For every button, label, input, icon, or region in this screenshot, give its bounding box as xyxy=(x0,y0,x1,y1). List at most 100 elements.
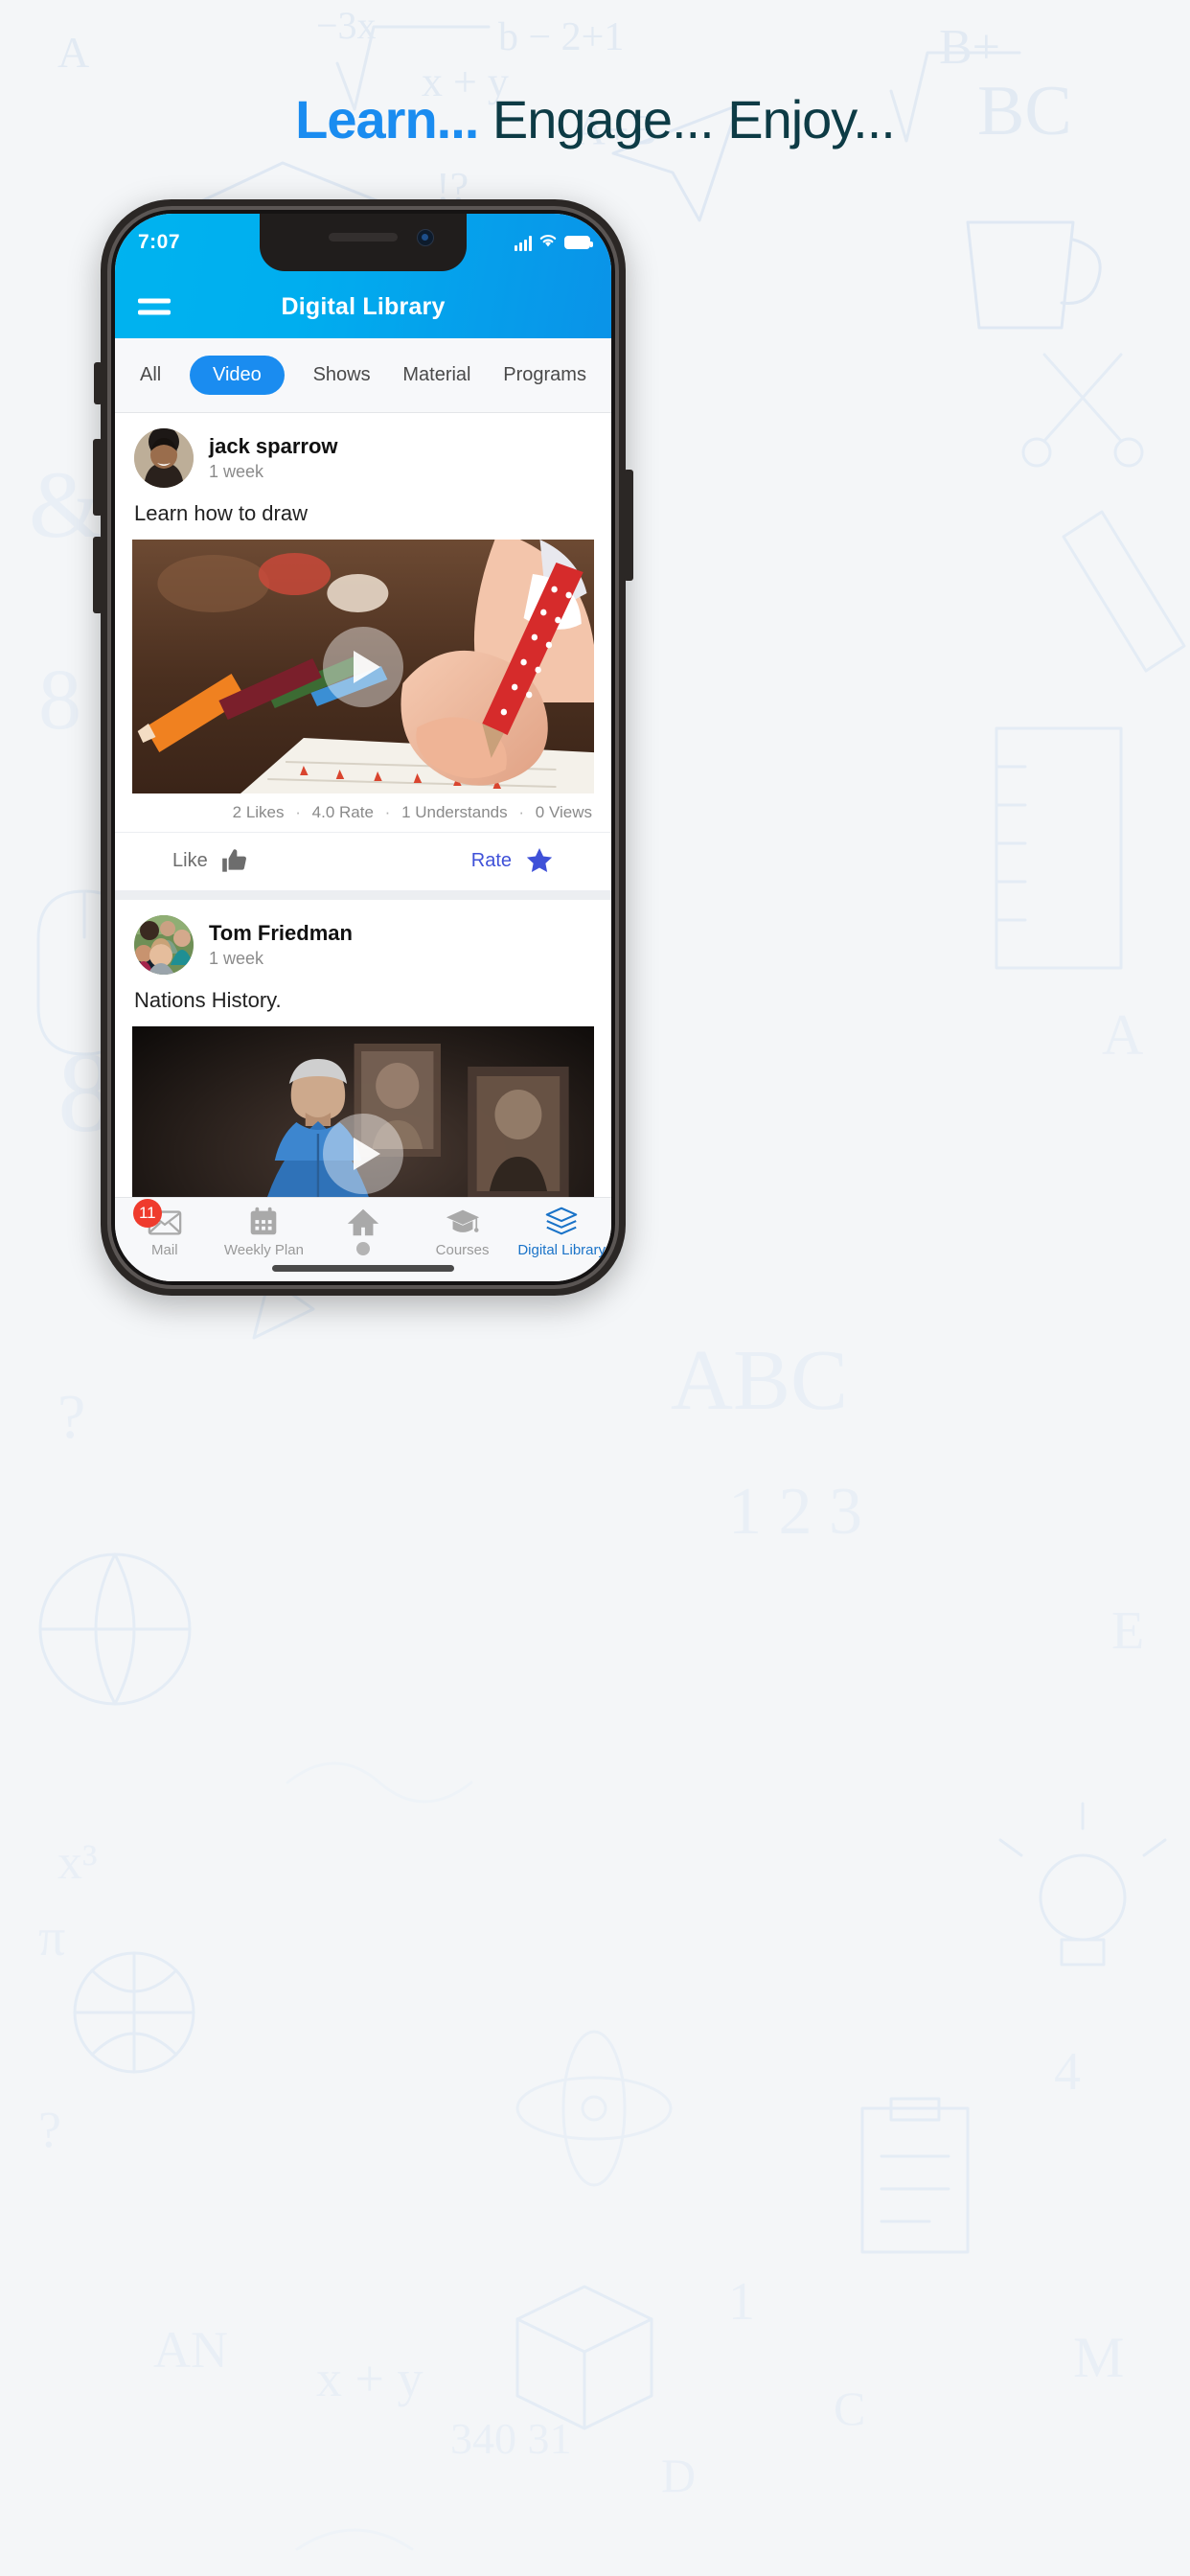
nav-item-weekly-plan[interactable]: Weekly Plan xyxy=(215,1206,314,1258)
video-thumbnail[interactable]: Age 47 e 19 xyxy=(132,1026,594,1197)
app-header-row: Digital Library xyxy=(115,275,611,338)
home-active-dot xyxy=(355,1242,370,1255)
svg-text:8: 8 xyxy=(38,653,81,748)
stat-views: 0 Views xyxy=(535,803,592,821)
books-icon xyxy=(543,1206,580,1238)
nav-label-mail: Mail xyxy=(151,1242,178,1258)
category-tabs: All Video Shows Material Programs xyxy=(115,338,611,413)
post-header: jack sparrow 1 week xyxy=(115,413,611,497)
headline-highlight: Learn... xyxy=(295,89,479,150)
post-meta: Tom Friedman 1 week xyxy=(209,921,353,969)
post-caption: Nations History. xyxy=(134,988,282,1012)
volume-down-button[interactable] xyxy=(93,537,103,613)
app-screen: 7:07 Digital Library All Video Shows Mat… xyxy=(115,214,611,1281)
mute-switch[interactable] xyxy=(94,362,103,404)
svg-text:π: π xyxy=(38,1908,65,1967)
avatar[interactable] xyxy=(134,915,194,975)
stat-rate: 4.0 Rate xyxy=(311,803,374,821)
svg-text:−3x: −3x xyxy=(316,4,377,47)
mail-icon: 11 xyxy=(132,1199,183,1238)
post-caption: Learn how to draw xyxy=(134,501,308,525)
nav-label-digital-library: Digital Library xyxy=(517,1242,606,1258)
svg-text:?: ? xyxy=(57,1382,85,1452)
volume-up-button[interactable] xyxy=(93,439,103,516)
post-timestamp: 1 week xyxy=(209,462,264,481)
status-time: 7:07 xyxy=(138,231,181,253)
post-separator xyxy=(115,890,611,900)
tab-material[interactable]: Material xyxy=(399,356,474,395)
front-camera xyxy=(417,229,434,246)
star-icon xyxy=(525,846,554,875)
home-indicator-bar[interactable] xyxy=(272,1265,454,1272)
post-timestamp: 1 week xyxy=(209,949,264,968)
page-headline: Learn... Engage... Enjoy... xyxy=(0,88,1190,150)
calendar-icon xyxy=(245,1206,282,1238)
rate-button[interactable]: Rate xyxy=(471,846,554,875)
nav-item-home[interactable] xyxy=(313,1206,413,1259)
post-header: Tom Friedman 1 week xyxy=(115,900,611,984)
svg-text:M: M xyxy=(1073,2326,1124,2389)
tab-programs[interactable]: Programs xyxy=(499,356,590,395)
play-circle-icon[interactable] xyxy=(323,1113,403,1194)
svg-text:340 31: 340 31 xyxy=(450,2414,572,2463)
like-button[interactable]: Like xyxy=(172,847,248,874)
page-title: Digital Library xyxy=(281,292,446,320)
like-label: Like xyxy=(172,849,208,871)
svg-text:A: A xyxy=(57,28,89,77)
feed-post: Tom Friedman 1 week Nations History. xyxy=(115,900,611,1197)
feed-post: jack sparrow 1 week Learn how to draw 2 … xyxy=(115,413,611,890)
phone-mockup: 7:07 Digital Library All Video Shows Mat… xyxy=(93,199,633,1296)
svg-text:ABC: ABC xyxy=(671,1333,848,1428)
post-stats: 2 Likes · 4.0 Rate · 1 Understands · 0 V… xyxy=(115,794,611,833)
earpiece-speaker xyxy=(329,233,398,242)
svg-text:1: 1 xyxy=(728,2272,755,2332)
content-feed[interactable]: jack sparrow 1 week Learn how to draw 2 … xyxy=(115,413,611,1197)
stat-sep: · xyxy=(295,803,301,821)
svg-text:A: A xyxy=(1102,1003,1143,1067)
phone-notch xyxy=(260,214,467,271)
svg-text:1 2 3: 1 2 3 xyxy=(728,1475,862,1549)
svg-text:D: D xyxy=(661,2449,696,2502)
stat-likes: 2 Likes xyxy=(232,803,285,821)
post-author: jack sparrow xyxy=(209,434,338,458)
app-header: 7:07 Digital Library xyxy=(115,214,611,338)
phone-screen-holder: 7:07 Digital Library All Video Shows Mat… xyxy=(111,210,615,1285)
svg-text:x + y: x + y xyxy=(316,2350,423,2407)
svg-text:?: ? xyxy=(38,2101,61,2158)
status-indicators xyxy=(515,232,593,253)
nav-item-digital-library[interactable]: Digital Library xyxy=(512,1206,611,1258)
avatar[interactable] xyxy=(134,428,194,488)
wifi-icon xyxy=(538,232,559,253)
nav-label-weekly-plan: Weekly Plan xyxy=(223,1242,304,1258)
graduation-cap-icon xyxy=(445,1206,481,1238)
signal-bars-icon xyxy=(515,235,532,251)
hamburger-menu-icon[interactable] xyxy=(138,292,171,322)
headline-rest: Engage... Enjoy... xyxy=(478,89,896,150)
tab-all[interactable]: All xyxy=(136,356,165,395)
stat-sep: · xyxy=(384,803,391,821)
post-meta: jack sparrow 1 week xyxy=(209,434,338,482)
svg-text:AN: AN xyxy=(153,2321,228,2379)
nav-item-mail[interactable]: 11 Mail xyxy=(115,1199,215,1258)
svg-text:x³: x³ xyxy=(57,1835,98,1890)
nav-item-courses[interactable]: Courses xyxy=(413,1206,513,1258)
tab-video[interactable]: Video xyxy=(190,356,285,395)
power-button[interactable] xyxy=(624,470,633,581)
stat-sep: · xyxy=(518,803,525,821)
home-icon xyxy=(345,1206,381,1238)
svg-text:4: 4 xyxy=(1054,2042,1081,2102)
stat-understands: 1 Understands xyxy=(401,803,508,821)
thumbs-up-icon xyxy=(221,847,248,874)
svg-text:b − 2+1: b − 2+1 xyxy=(498,15,624,59)
mail-badge: 11 xyxy=(132,1199,162,1228)
post-author: Tom Friedman xyxy=(209,921,353,945)
svg-text:B+: B+ xyxy=(939,20,1000,75)
svg-text:C: C xyxy=(834,2381,865,2435)
battery-full-icon xyxy=(564,236,593,249)
rate-label: Rate xyxy=(470,849,512,871)
nav-label-courses: Courses xyxy=(435,1242,490,1258)
play-circle-icon[interactable] xyxy=(323,626,403,707)
tab-shows[interactable]: Shows xyxy=(309,356,375,395)
post-actions: Like Rate xyxy=(115,833,611,890)
video-thumbnail[interactable] xyxy=(132,540,594,794)
